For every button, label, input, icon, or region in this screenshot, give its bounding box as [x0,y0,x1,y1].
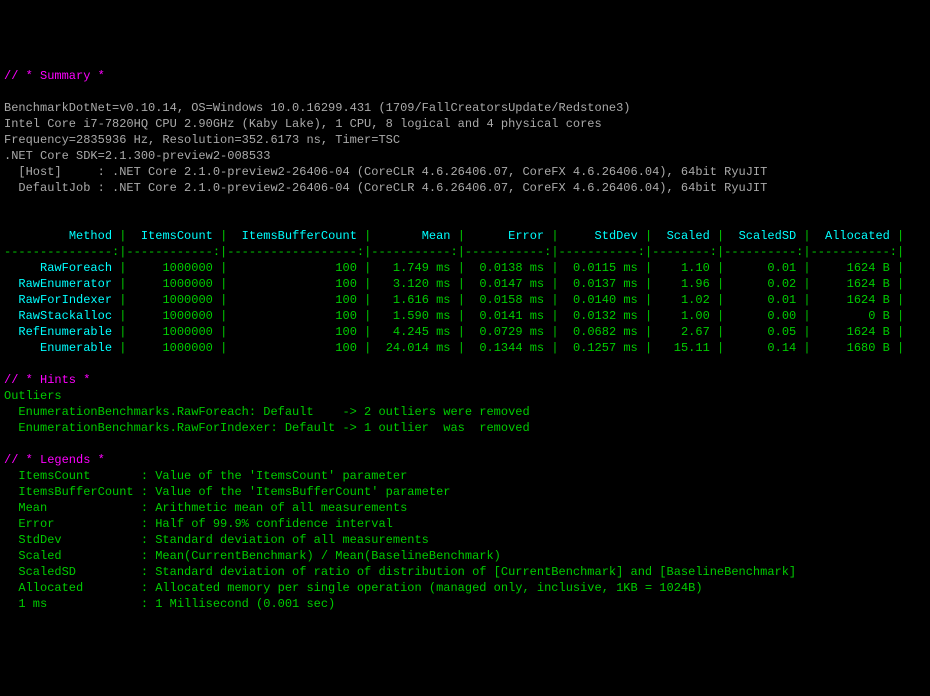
terminal-output: // * Summary * BenchmarkDotNet=v0.10.14,… [4,68,926,612]
